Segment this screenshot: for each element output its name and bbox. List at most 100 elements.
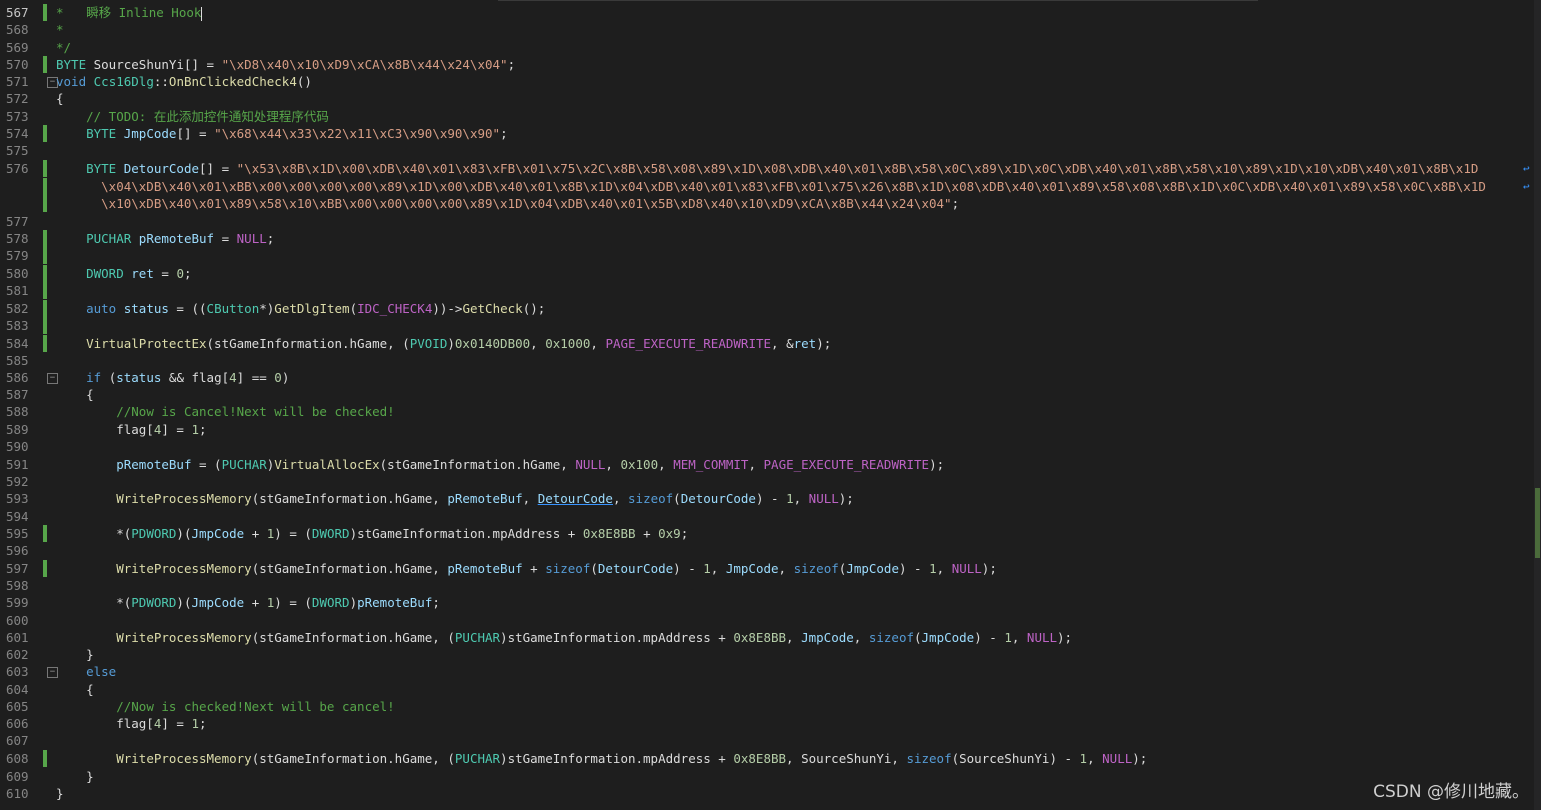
code-token: , SourceShunYi,	[786, 751, 907, 766]
code-token: (stGameInformation.hGame, (	[251, 630, 455, 645]
line-number: 567	[6, 5, 29, 20]
code-line[interactable]: 591 pRemoteBuf = (PUCHAR)VirtualAllocEx(…	[0, 456, 1530, 473]
code-line[interactable]: 608 WriteProcessMemory(stGameInformation…	[0, 750, 1530, 767]
code-line[interactable]: 571− void Ccs16Dlg::OnBnClickedCheck4()	[0, 73, 1530, 90]
code-line[interactable]: 579	[0, 247, 1530, 264]
code-token: ) = (	[274, 526, 312, 541]
code-line[interactable]: 575	[0, 142, 1530, 159]
code-line[interactable]: 592	[0, 473, 1530, 490]
code-token: [] =	[199, 161, 237, 176]
code-token: +	[522, 561, 546, 576]
code-line[interactable]: 584 VirtualProtectEx(stGameInformation.h…	[0, 335, 1530, 352]
code-line[interactable]: \x04\xDB\x40\x01\xBB\x00\x00\x00\x00\x89…	[0, 178, 1530, 195]
code-token: ,	[710, 561, 726, 576]
code-token: ,	[793, 491, 809, 506]
code-line[interactable]: 587 {	[0, 386, 1530, 403]
code-token: PDWORD	[131, 595, 177, 610]
code-line[interactable]: 603− else	[0, 663, 1530, 680]
change-marker	[43, 178, 47, 195]
code-line[interactable]: 578 PUCHAR pRemoteBuf = NULL;	[0, 230, 1530, 247]
code-line[interactable]: 602 }	[0, 646, 1530, 663]
code-line[interactable]: 590	[0, 438, 1530, 455]
code-line[interactable]: 582 auto status = ((CButton*)GetDlgItem(…	[0, 300, 1530, 317]
code-line[interactable]: 606 flag[4] = 1;	[0, 715, 1530, 732]
code-token: CButton	[206, 301, 260, 316]
code-token: PAGE_EXECUTE_READWRITE	[763, 457, 930, 472]
code-token: ;	[500, 126, 508, 141]
code-line[interactable]: 601 WriteProcessMemory(stGameInformation…	[0, 629, 1530, 646]
code-line[interactable]: 607	[0, 732, 1530, 749]
code-line[interactable]: 586− if (status && flag[4] == 0)	[0, 369, 1530, 386]
code-token: )	[281, 370, 290, 385]
line-number: 574	[6, 126, 29, 141]
code-line[interactable]: 585	[0, 352, 1530, 369]
code-line[interactable]: 588 //Now is Cancel!Next will be checked…	[0, 403, 1530, 420]
line-number: 598	[6, 578, 29, 593]
code-line[interactable]: 573 // TODO: 在此添加控件通知处理程序代码	[0, 108, 1530, 125]
line-number: 568	[6, 22, 29, 37]
change-marker	[43, 335, 47, 352]
code-editor[interactable]: 567 * 瞬移 Inline Hook 568 * 569 */ 570 BYTE Sour…	[0, 0, 1541, 810]
code-line[interactable]: 574 BYTE JmpCode[] = "\x68\x44\x33\x22\x…	[0, 125, 1530, 142]
line-number: 580	[6, 266, 29, 281]
code-line[interactable]: 599 *(PDWORD)(JmpCode + 1) = (DWORD)pRem…	[0, 594, 1530, 611]
code-line[interactable]: 594	[0, 508, 1530, 525]
code-token: DWORD	[311, 526, 350, 541]
code-token: DetourCode	[680, 491, 756, 506]
code-token: VirtualAllocEx	[274, 457, 380, 472]
code-line[interactable]: 598	[0, 577, 1530, 594]
code-line[interactable]: 595 *(PDWORD)(JmpCode + 1) = (DWORD)stGa…	[0, 525, 1530, 542]
code-line[interactable]: 609 }	[0, 768, 1530, 785]
code-line[interactable]: 580 DWORD ret = 0;	[0, 265, 1530, 282]
code-line[interactable]: 593 WriteProcessMemory(stGameInformation…	[0, 490, 1530, 507]
code-token: )	[447, 336, 455, 351]
code-token: JmpCode	[123, 126, 177, 141]
code-line[interactable]: 604 {	[0, 681, 1530, 698]
code-token: ))->	[432, 301, 463, 316]
line-code: auto status = ((CButton*)GetDlgItem(IDC_…	[56, 300, 545, 317]
line-code: *(PDWORD)(JmpCode + 1) = (DWORD)stGameIn…	[56, 525, 688, 542]
line-code: PUCHAR pRemoteBuf = NULL;	[56, 230, 274, 247]
code-token: DetourCode	[597, 561, 674, 576]
code-token: (	[590, 561, 598, 576]
code-token: {	[56, 682, 94, 697]
code-token: ret	[131, 266, 154, 281]
code-token: )stGameInformation.mpAddress +	[500, 751, 734, 766]
code-line[interactable]: 576 BYTE DetourCode[] = "\x53\x8B\x1D\x0…	[0, 160, 1530, 177]
code-token: (stGameInformation.hGame,	[251, 561, 448, 576]
code-token: )(	[176, 526, 192, 541]
code-line[interactable]: 581	[0, 282, 1530, 299]
code-token: = (	[191, 457, 222, 472]
code-line[interactable]: 589 flag[4] = 1;	[0, 421, 1530, 438]
code-line[interactable]: 600	[0, 612, 1530, 629]
scrollbar-thumb[interactable]	[1535, 488, 1540, 558]
change-marker	[43, 525, 47, 542]
vertical-scrollbar[interactable]	[1534, 0, 1541, 810]
code-token: =	[153, 266, 177, 281]
code-line[interactable]: 596	[0, 542, 1530, 559]
code-token: ) -	[898, 561, 930, 576]
code-line[interactable]: 568 *	[0, 21, 1530, 38]
change-marker	[43, 230, 47, 247]
code-line[interactable]: 605 //Now is checked!Next will be cancel…	[0, 698, 1530, 715]
code-token: )stGameInformation.mpAddress +	[349, 526, 583, 541]
code-line[interactable]: \x10\xDB\x40\x01\x89\x58\x10\xBB\x00\x00…	[0, 195, 1530, 212]
line-number: 590	[6, 439, 29, 454]
code-line[interactable]: 597 WriteProcessMemory(stGameInformation…	[0, 560, 1530, 577]
code-line[interactable]: 569 */	[0, 39, 1530, 56]
line-code: flag[4] = 1;	[56, 715, 206, 732]
code-token: pRemoteBuf	[116, 457, 192, 472]
code-line[interactable]: 583	[0, 317, 1530, 334]
code-line[interactable]: 572 {	[0, 90, 1530, 107]
code-token: ::	[153, 74, 169, 89]
code-line[interactable]: 577	[0, 213, 1530, 230]
code-token: WriteProcessMemory	[116, 561, 252, 576]
code-token: DWORD	[86, 266, 124, 281]
code-token: * 瞬移 Inline Hook	[56, 5, 202, 20]
code-token: {	[56, 91, 64, 106]
code-line[interactable]: 567 * 瞬移 Inline Hook	[0, 4, 1530, 21]
code-line[interactable]: 610}	[0, 785, 1530, 802]
code-line[interactable]: 570 BYTE SourceShunYi[] = "\xD8\x40\x10\x…	[0, 56, 1530, 73]
